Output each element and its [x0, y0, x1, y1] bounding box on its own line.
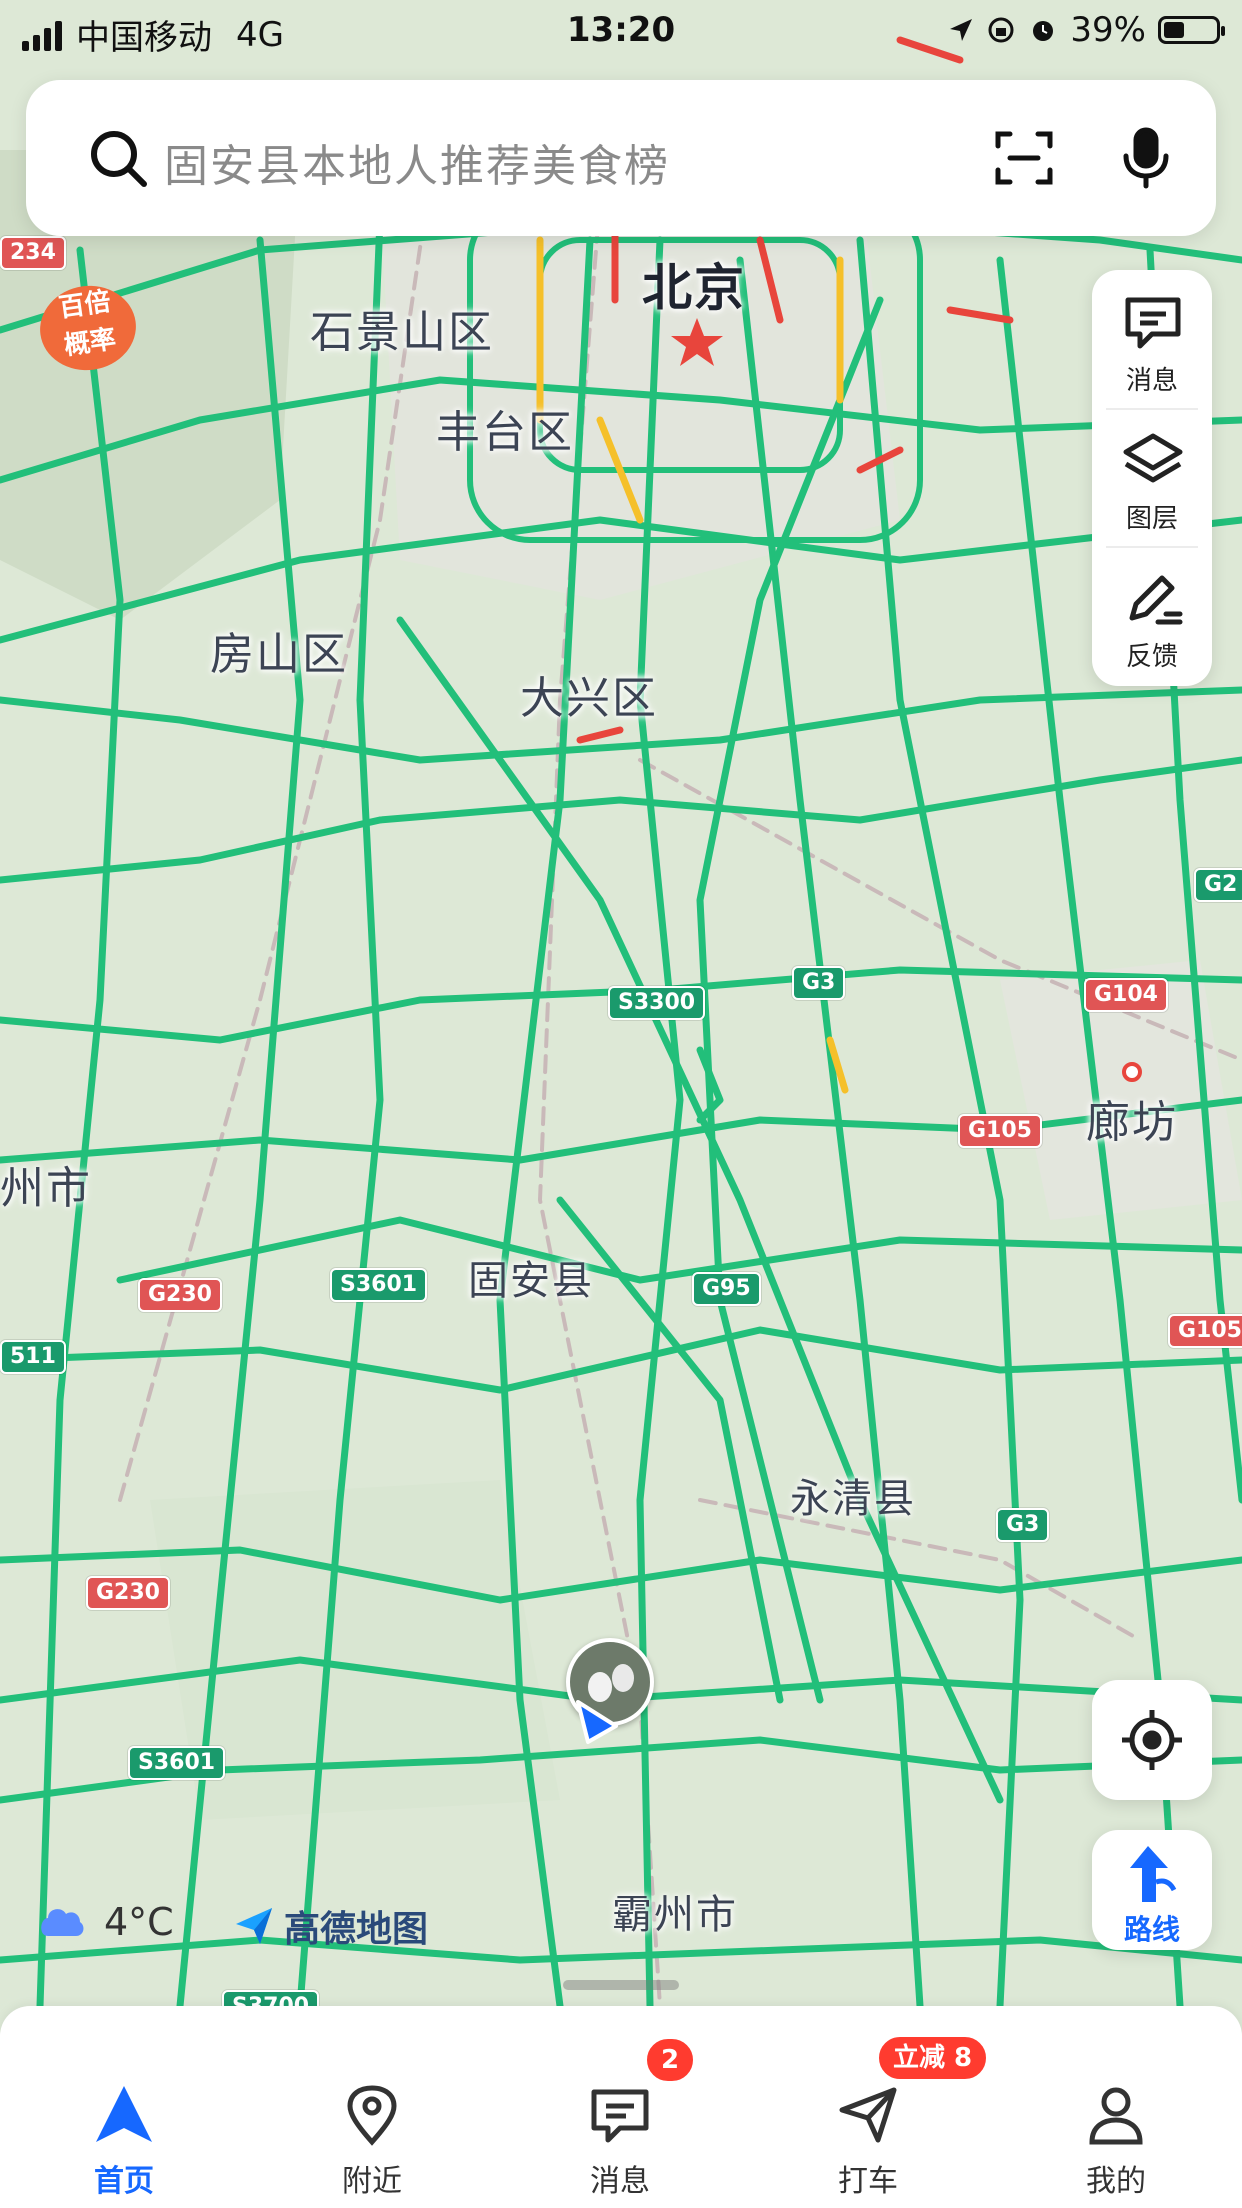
map-label-fengtai[interactable]: 丰台区	[436, 396, 574, 460]
brand-name: 高德地图	[284, 1909, 429, 1950]
search-input[interactable]: 固安县本地人推荐美食榜	[164, 130, 670, 194]
tab-messages[interactable]: 消息 2	[496, 2036, 744, 2208]
map-label-yongqing[interactable]: 永清县	[790, 1466, 916, 1524]
location-pin-icon	[347, 2085, 397, 2146]
unread-badge: 2	[644, 2036, 697, 2084]
location-services-icon	[950, 19, 973, 41]
tool-layers[interactable]: 图层	[1092, 408, 1212, 540]
taxi-send-icon	[839, 2087, 897, 2143]
message-icon	[1125, 297, 1181, 349]
status-bar: 中国移动 4G 13:20 39%	[0, 0, 1242, 64]
feedback-pencil-icon	[1129, 575, 1183, 625]
map-canvas[interactable]	[0, 0, 1242, 2208]
road-shield: G105	[1168, 1314, 1242, 1348]
tab-home-label: 首页	[94, 2164, 154, 2199]
tab-taxi[interactable]: 打车 立减 8	[744, 2034, 992, 2208]
rotation-lock-icon	[988, 17, 1014, 43]
tool-messages-label: 消息	[1125, 366, 1178, 396]
road-shield: G104	[1084, 978, 1168, 1012]
scan-icon[interactable]	[984, 118, 1064, 198]
microphone-icon[interactable]	[1106, 118, 1186, 198]
route-label: 路线	[1123, 1913, 1180, 1946]
map-label-langfang[interactable]: 廊坊	[1086, 1086, 1178, 1150]
user-location-marker[interactable]	[566, 1638, 654, 1748]
road-shield: G230	[86, 1576, 170, 1610]
temperature: 4°C	[104, 1900, 174, 1944]
battery-percent: 39%	[1070, 10, 1146, 50]
message-icon	[591, 2089, 649, 2143]
route-button[interactable]: 路线	[1092, 1830, 1212, 1950]
road-shield: 234	[0, 236, 66, 270]
map-label-shijingshan[interactable]: 石景山区	[310, 296, 494, 360]
map-label-guan[interactable]: 固安县	[468, 1248, 594, 1306]
tool-feedback-label: 反馈	[1125, 642, 1178, 672]
road-shield: S3601	[330, 1268, 428, 1302]
brand-logo: 高德地图	[232, 1900, 428, 1952]
map-label-fangshan[interactable]: 房山区	[210, 618, 348, 682]
map-label-zhoushi[interactable]: 州市	[0, 1152, 92, 1216]
alarm-icon	[1033, 21, 1054, 41]
navigation-arrow-icon	[96, 2086, 152, 2142]
tab-profile[interactable]: 我的	[992, 2054, 1240, 2208]
road-shield: G230	[138, 1278, 222, 1312]
tab-profile-label: 我的	[1086, 2164, 1146, 2199]
map-tools-panel: 消息 图层 反馈	[1092, 270, 1212, 686]
tab-taxi-label: 打车	[838, 2164, 898, 2199]
tab-nearby-label: 附近	[342, 2164, 402, 2199]
road-shield: G95	[692, 1272, 761, 1306]
tool-feedback[interactable]: 反馈	[1092, 546, 1212, 678]
layers-icon	[1123, 433, 1183, 483]
tab-bar: 首页 附近 消息 2 打车 立减 8 我的	[0, 2034, 1242, 2208]
road-shield: 511	[0, 1340, 66, 1374]
road-shield: G3	[792, 966, 846, 1000]
tab-messages-label: 消息	[590, 2164, 650, 2199]
route-arrow-icon	[1130, 1846, 1177, 1902]
road-shield: S3601	[128, 1746, 226, 1780]
search-bar[interactable]: 固安县本地人推荐美食榜	[26, 80, 1216, 236]
search-icon[interactable]	[78, 118, 158, 198]
road-shield: G3	[996, 1508, 1050, 1542]
tool-messages[interactable]: 消息	[1092, 270, 1212, 402]
battery-icon	[1158, 16, 1225, 44]
profile-icon	[1089, 2087, 1143, 2145]
tab-nearby[interactable]: 附近	[248, 2054, 496, 2208]
road-shield: S3300	[608, 986, 706, 1020]
locate-button[interactable]	[1092, 1680, 1212, 1800]
weather-widget[interactable]: 4°C	[36, 1900, 174, 1944]
road-shield: G105	[958, 1114, 1042, 1148]
sheet-drag-handle[interactable]	[563, 1980, 679, 1990]
tab-home[interactable]: 首页	[0, 2054, 248, 2208]
map-label-beijing[interactable]: 北京	[642, 248, 746, 320]
amap-logo-icon	[236, 1908, 272, 1944]
tool-layers-label: 图层	[1125, 504, 1178, 534]
heading-arrow-icon	[576, 1700, 618, 1744]
locate-target-icon	[1122, 1710, 1182, 1770]
cloud-icon	[41, 1909, 84, 1936]
road-shield: G2	[1194, 868, 1242, 902]
promo-discount-badge: 立减 8	[876, 2034, 990, 2082]
map-label-bazhou[interactable]: 霸州市	[612, 1882, 738, 1940]
map-label-daxing[interactable]: 大兴区	[520, 662, 658, 726]
